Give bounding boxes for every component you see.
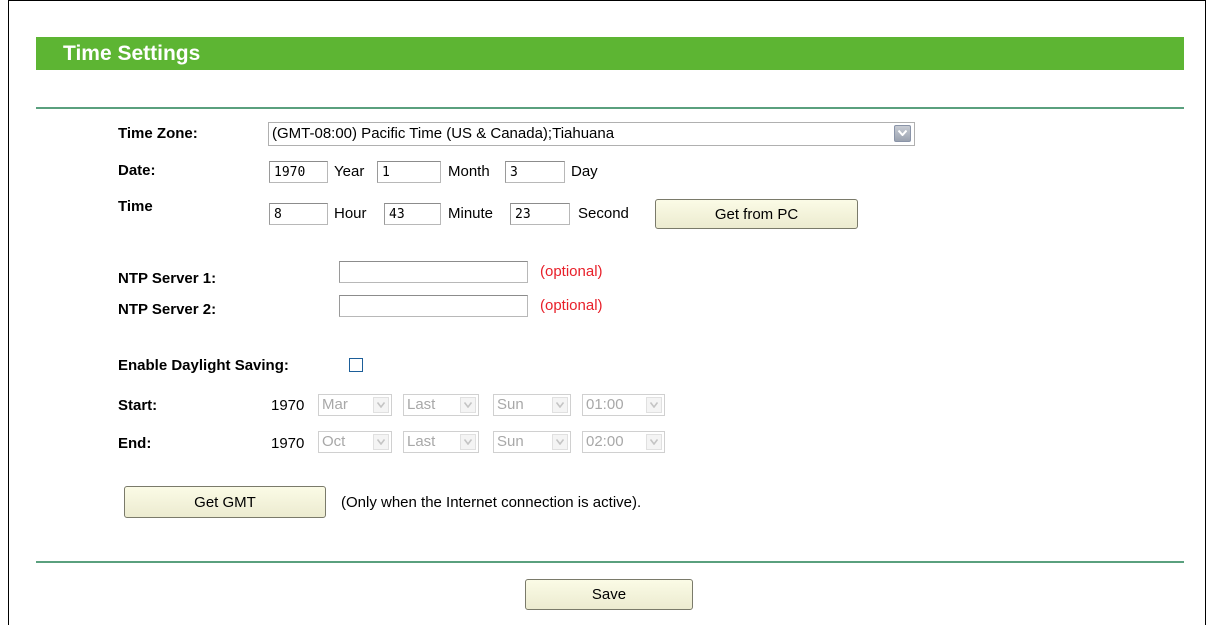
dst-end-weekday-value: Sun: [497, 433, 524, 450]
date-label: Date:: [118, 162, 156, 179]
ntp-server1-input[interactable]: [339, 261, 528, 283]
page-title: Time Settings: [36, 37, 1184, 70]
dst-start-weekday-value: Sun: [497, 396, 524, 413]
time-zone-label: Time Zone:: [118, 125, 198, 142]
dst-end-time-value: 02:00: [586, 433, 624, 450]
dst-start-month-value: Mar: [322, 396, 348, 413]
dst-end-month-select[interactable]: Oct: [318, 431, 392, 453]
dst-start-weekday-select[interactable]: Sun: [493, 394, 571, 416]
chevron-down-icon: [373, 397, 389, 413]
dst-end-time-select[interactable]: 02:00: [582, 431, 665, 453]
ntp-server1-optional-hint: (optional): [540, 263, 603, 280]
ntp-server1-label: NTP Server 1:: [118, 270, 217, 287]
get-gmt-note: (Only when the Internet connection is ac…: [341, 494, 642, 511]
dst-end-week-value: Last: [407, 433, 436, 450]
dst-start-time-select[interactable]: 01:00: [582, 394, 665, 416]
chevron-down-icon: [646, 434, 662, 450]
minute-input[interactable]: [384, 203, 441, 225]
month-input[interactable]: [377, 161, 441, 183]
daylight-saving-label: Enable Daylight Saving:: [118, 357, 289, 374]
minute-unit-label: Minute: [448, 205, 494, 222]
get-from-pc-button[interactable]: Get from PC: [655, 199, 858, 229]
dst-end-label: End:: [118, 435, 152, 452]
dst-start-time-value: 01:00: [586, 396, 624, 413]
second-unit-label: Second: [578, 205, 629, 222]
top-divider: [36, 107, 1184, 109]
second-input[interactable]: [510, 203, 570, 225]
ntp-server2-label: NTP Server 2:: [118, 301, 217, 318]
hour-input[interactable]: [269, 203, 328, 225]
bottom-divider: [36, 561, 1184, 563]
ntp-server2-optional-hint: (optional): [540, 297, 603, 314]
chevron-down-icon[interactable]: [894, 125, 911, 142]
time-label: Time: [118, 198, 153, 215]
hour-unit-label: Hour: [334, 205, 367, 222]
chevron-down-icon: [552, 397, 568, 413]
dst-end-week-select[interactable]: Last: [403, 431, 479, 453]
time-zone-selected-value: (GMT-08:00) Pacific Time (US & Canada);T…: [272, 125, 615, 142]
dst-start-label: Start:: [118, 397, 158, 414]
chevron-down-icon: [552, 434, 568, 450]
daylight-saving-checkbox[interactable]: [349, 358, 363, 372]
month-unit-label: Month: [448, 163, 490, 180]
dst-start-week-select[interactable]: Last: [403, 394, 479, 416]
day-input[interactable]: [505, 161, 565, 183]
chevron-down-icon: [460, 434, 476, 450]
dst-end-year: 1970: [271, 435, 305, 452]
day-unit-label: Day: [571, 163, 598, 180]
year-input[interactable]: [269, 161, 328, 183]
dst-start-year: 1970: [271, 397, 305, 414]
dst-end-weekday-select[interactable]: Sun: [493, 431, 571, 453]
dst-start-week-value: Last: [407, 396, 436, 413]
ntp-server2-input[interactable]: [339, 295, 528, 317]
time-zone-select[interactable]: (GMT-08:00) Pacific Time (US & Canada);T…: [268, 122, 915, 146]
chevron-down-icon: [646, 397, 662, 413]
year-unit-label: Year: [334, 163, 365, 180]
get-gmt-button[interactable]: Get GMT: [124, 486, 326, 518]
dst-start-month-select[interactable]: Mar: [318, 394, 392, 416]
dst-end-month-value: Oct: [322, 433, 346, 450]
save-button[interactable]: Save: [525, 579, 693, 610]
chevron-down-icon: [373, 434, 389, 450]
chevron-down-icon: [460, 397, 476, 413]
